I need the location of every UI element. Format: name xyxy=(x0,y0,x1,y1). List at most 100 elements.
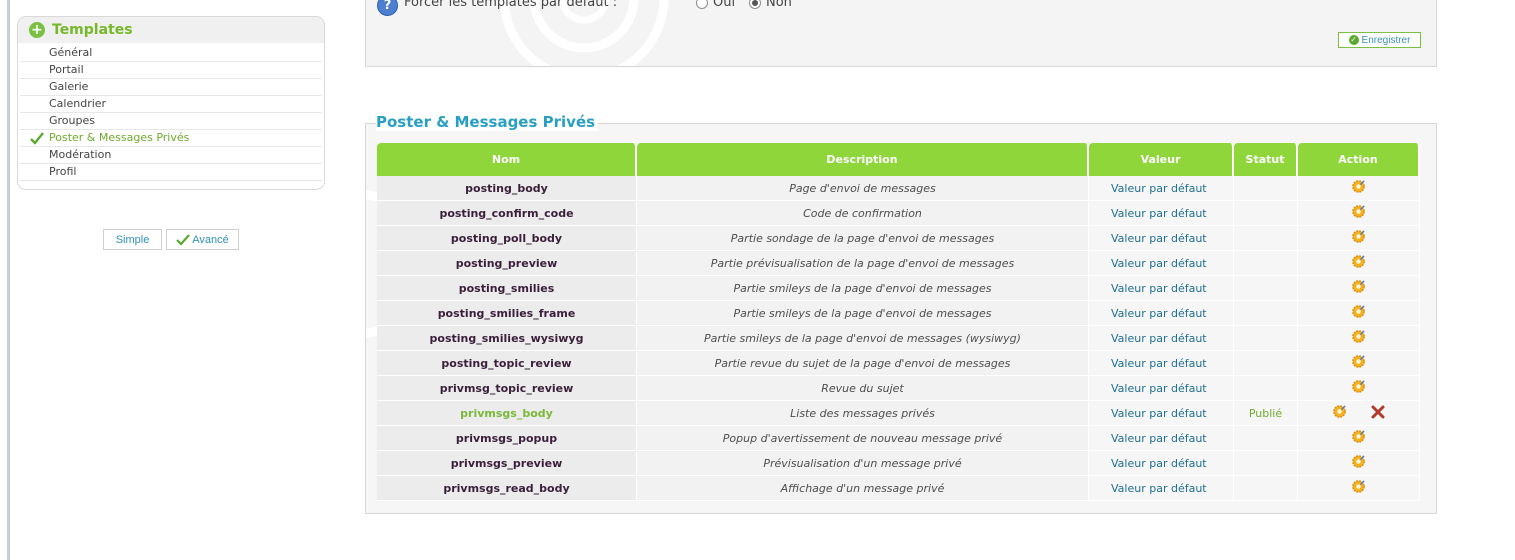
edit-icon[interactable] xyxy=(1351,354,1366,369)
radio-oui-circle[interactable] xyxy=(696,0,708,9)
template-name[interactable]: privmsgs_body xyxy=(377,401,637,426)
sidebar-item[interactable]: Profil xyxy=(20,164,322,181)
template-name[interactable]: privmsgs_preview xyxy=(377,451,637,476)
template-description: Partie revue du sujet de la page d'envoi… xyxy=(637,351,1089,376)
force-templates-label: Forcer les templates par défaut : xyxy=(404,0,618,10)
template-name[interactable]: privmsg_topic_review xyxy=(377,376,637,401)
template-actions xyxy=(1298,376,1420,401)
table-row: posting_poll_body Partie sondage de la pa… xyxy=(377,226,1420,251)
edit-icon[interactable] xyxy=(1351,279,1366,294)
template-description: Partie smileys de la page d'envoi de mes… xyxy=(637,326,1089,351)
edit-icon[interactable] xyxy=(1351,429,1366,444)
edit-icon[interactable] xyxy=(1351,379,1366,394)
templates-panel: Nom Description Valeur Statut Action pos… xyxy=(365,123,1437,514)
template-actions xyxy=(1298,326,1420,351)
template-name[interactable]: posting_topic_review xyxy=(377,351,637,376)
sidebar-item[interactable]: Portail xyxy=(20,62,322,79)
table-row: posting_smilies Partie smileys de la page… xyxy=(377,276,1420,301)
template-name[interactable]: posting_smilies_frame xyxy=(377,301,637,326)
template-description: Revue du sujet xyxy=(637,376,1089,401)
edit-icon[interactable] xyxy=(1351,479,1366,494)
template-status xyxy=(1234,201,1298,226)
force-defaults-panel: ? Forcer les templates par défaut : Oui … xyxy=(365,0,1437,67)
template-actions xyxy=(1298,401,1420,426)
template-status xyxy=(1234,226,1298,251)
mode-simple-button[interactable]: Simple xyxy=(103,229,162,250)
edit-icon[interactable] xyxy=(1332,404,1347,419)
template-name[interactable]: posting_body xyxy=(377,176,637,201)
template-value: Valeur par défaut xyxy=(1089,426,1234,451)
template-description: Partie prévisualisation de la page d'env… xyxy=(637,251,1089,276)
sidebar-item-label: Groupes xyxy=(49,114,95,127)
save-label: Enregistrer xyxy=(1361,34,1411,46)
template-name[interactable]: privmsgs_popup xyxy=(377,426,637,451)
plus-circle-icon[interactable]: + xyxy=(29,22,45,38)
sidebar-item-label: Général xyxy=(49,46,93,59)
edit-icon[interactable] xyxy=(1351,304,1366,319)
header-description[interactable]: Description xyxy=(637,143,1089,176)
sidebar-item[interactable]: Groupes xyxy=(20,113,322,130)
template-name[interactable]: posting_preview xyxy=(377,251,637,276)
template-actions xyxy=(1298,426,1420,451)
table-row: posting_confirm_code Code de confirmation… xyxy=(377,201,1420,226)
template-status xyxy=(1234,326,1298,351)
header-status[interactable]: Statut xyxy=(1234,143,1298,176)
radio-non[interactable]: Non xyxy=(749,0,792,10)
sidebar-item[interactable]: Poster & Messages Privés xyxy=(20,130,322,147)
save-button[interactable]: ✓ Enregistrer xyxy=(1338,32,1421,48)
template-status xyxy=(1234,376,1298,401)
header-value[interactable]: Valeur xyxy=(1089,143,1234,176)
radio-non-circle[interactable] xyxy=(749,0,761,9)
template-value: Valeur par défaut xyxy=(1089,451,1234,476)
template-value: Valeur par défaut xyxy=(1089,476,1234,501)
template-name[interactable]: posting_smilies_wysiwyg xyxy=(377,326,637,351)
template-status xyxy=(1234,276,1298,301)
template-name[interactable]: posting_confirm_code xyxy=(377,201,637,226)
sidebar-item[interactable]: Modération xyxy=(20,147,322,164)
template-value: Valeur par défaut xyxy=(1089,276,1234,301)
table-row: privmsgs_read_body Affichage d'un message… xyxy=(377,476,1420,501)
template-value: Valeur par défaut xyxy=(1089,226,1234,251)
check-circle-icon: ✓ xyxy=(1348,35,1359,45)
template-description: Partie sondage de la page d'envoi de mes… xyxy=(637,226,1089,251)
edit-icon[interactable] xyxy=(1351,179,1366,194)
edit-icon[interactable] xyxy=(1351,254,1366,269)
template-name[interactable]: privmsgs_read_body xyxy=(377,476,637,501)
edit-icon[interactable] xyxy=(1351,229,1366,244)
radio-non-label: Non xyxy=(766,0,792,10)
check-icon xyxy=(176,233,191,246)
template-name[interactable]: posting_smilies xyxy=(377,276,637,301)
table-header-row: Nom Description Valeur Statut Action xyxy=(377,143,1420,176)
template-actions xyxy=(1298,301,1420,326)
templates-sidebar: + Templates Général Portail Galerie Calendr… xyxy=(17,16,325,190)
radio-oui-label: Oui xyxy=(713,0,736,10)
mode-advanced-label: Avancé xyxy=(192,233,229,246)
template-description: Partie smileys de la page d'envoi de mes… xyxy=(637,276,1089,301)
edit-icon[interactable] xyxy=(1351,454,1366,469)
table-row: posting_topic_review Partie revue du suje… xyxy=(377,351,1420,376)
sidebar-header[interactable]: + Templates xyxy=(18,17,324,43)
template-description: Popup d'avertissement de nouveau message… xyxy=(637,426,1089,451)
sidebar-item[interactable]: Calendrier xyxy=(20,96,322,113)
template-value: Valeur par défaut xyxy=(1089,351,1234,376)
sidebar-item[interactable]: Galerie xyxy=(20,79,322,96)
delete-icon[interactable] xyxy=(1371,405,1385,419)
section-title: Poster & Messages Privés xyxy=(376,113,599,131)
table-row: posting_preview Partie prévisualisation d… xyxy=(377,251,1420,276)
mode-advanced-button[interactable]: Avancé xyxy=(166,229,239,250)
template-status xyxy=(1234,351,1298,376)
header-action[interactable]: Action xyxy=(1298,143,1420,176)
mode-simple-label: Simple xyxy=(115,233,150,246)
template-status: Publié xyxy=(1234,401,1298,426)
page: + Templates Général Portail Galerie Calendr… xyxy=(0,0,1515,560)
table-row: privmsg_topic_review Revue du sujet Valeur… xyxy=(377,376,1420,401)
edit-icon[interactable] xyxy=(1351,204,1366,219)
template-value: Valeur par défaut xyxy=(1089,176,1234,201)
template-value: Valeur par défaut xyxy=(1089,376,1234,401)
template-status xyxy=(1234,176,1298,201)
radio-oui[interactable]: Oui xyxy=(696,0,735,10)
header-name[interactable]: Nom xyxy=(377,143,637,176)
sidebar-item[interactable]: Général xyxy=(20,45,322,62)
edit-icon[interactable] xyxy=(1351,329,1366,344)
template-name[interactable]: posting_poll_body xyxy=(377,226,637,251)
